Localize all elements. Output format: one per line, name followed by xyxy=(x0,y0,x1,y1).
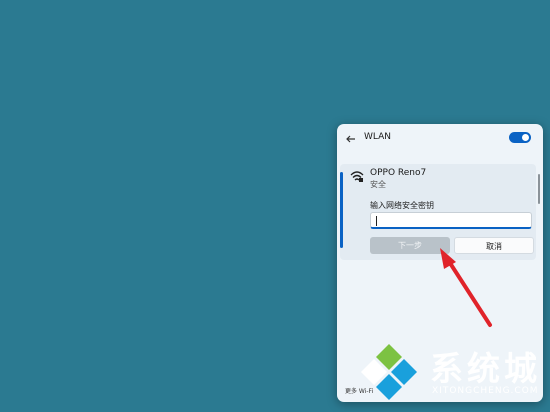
watermark: 系统城 XITONGCHENG.COM xyxy=(360,338,550,408)
logo-icon xyxy=(361,344,417,400)
watermark-domain: XITONGCHENG.COM xyxy=(432,386,539,396)
watermark-brand: 系统城 xyxy=(430,349,541,388)
